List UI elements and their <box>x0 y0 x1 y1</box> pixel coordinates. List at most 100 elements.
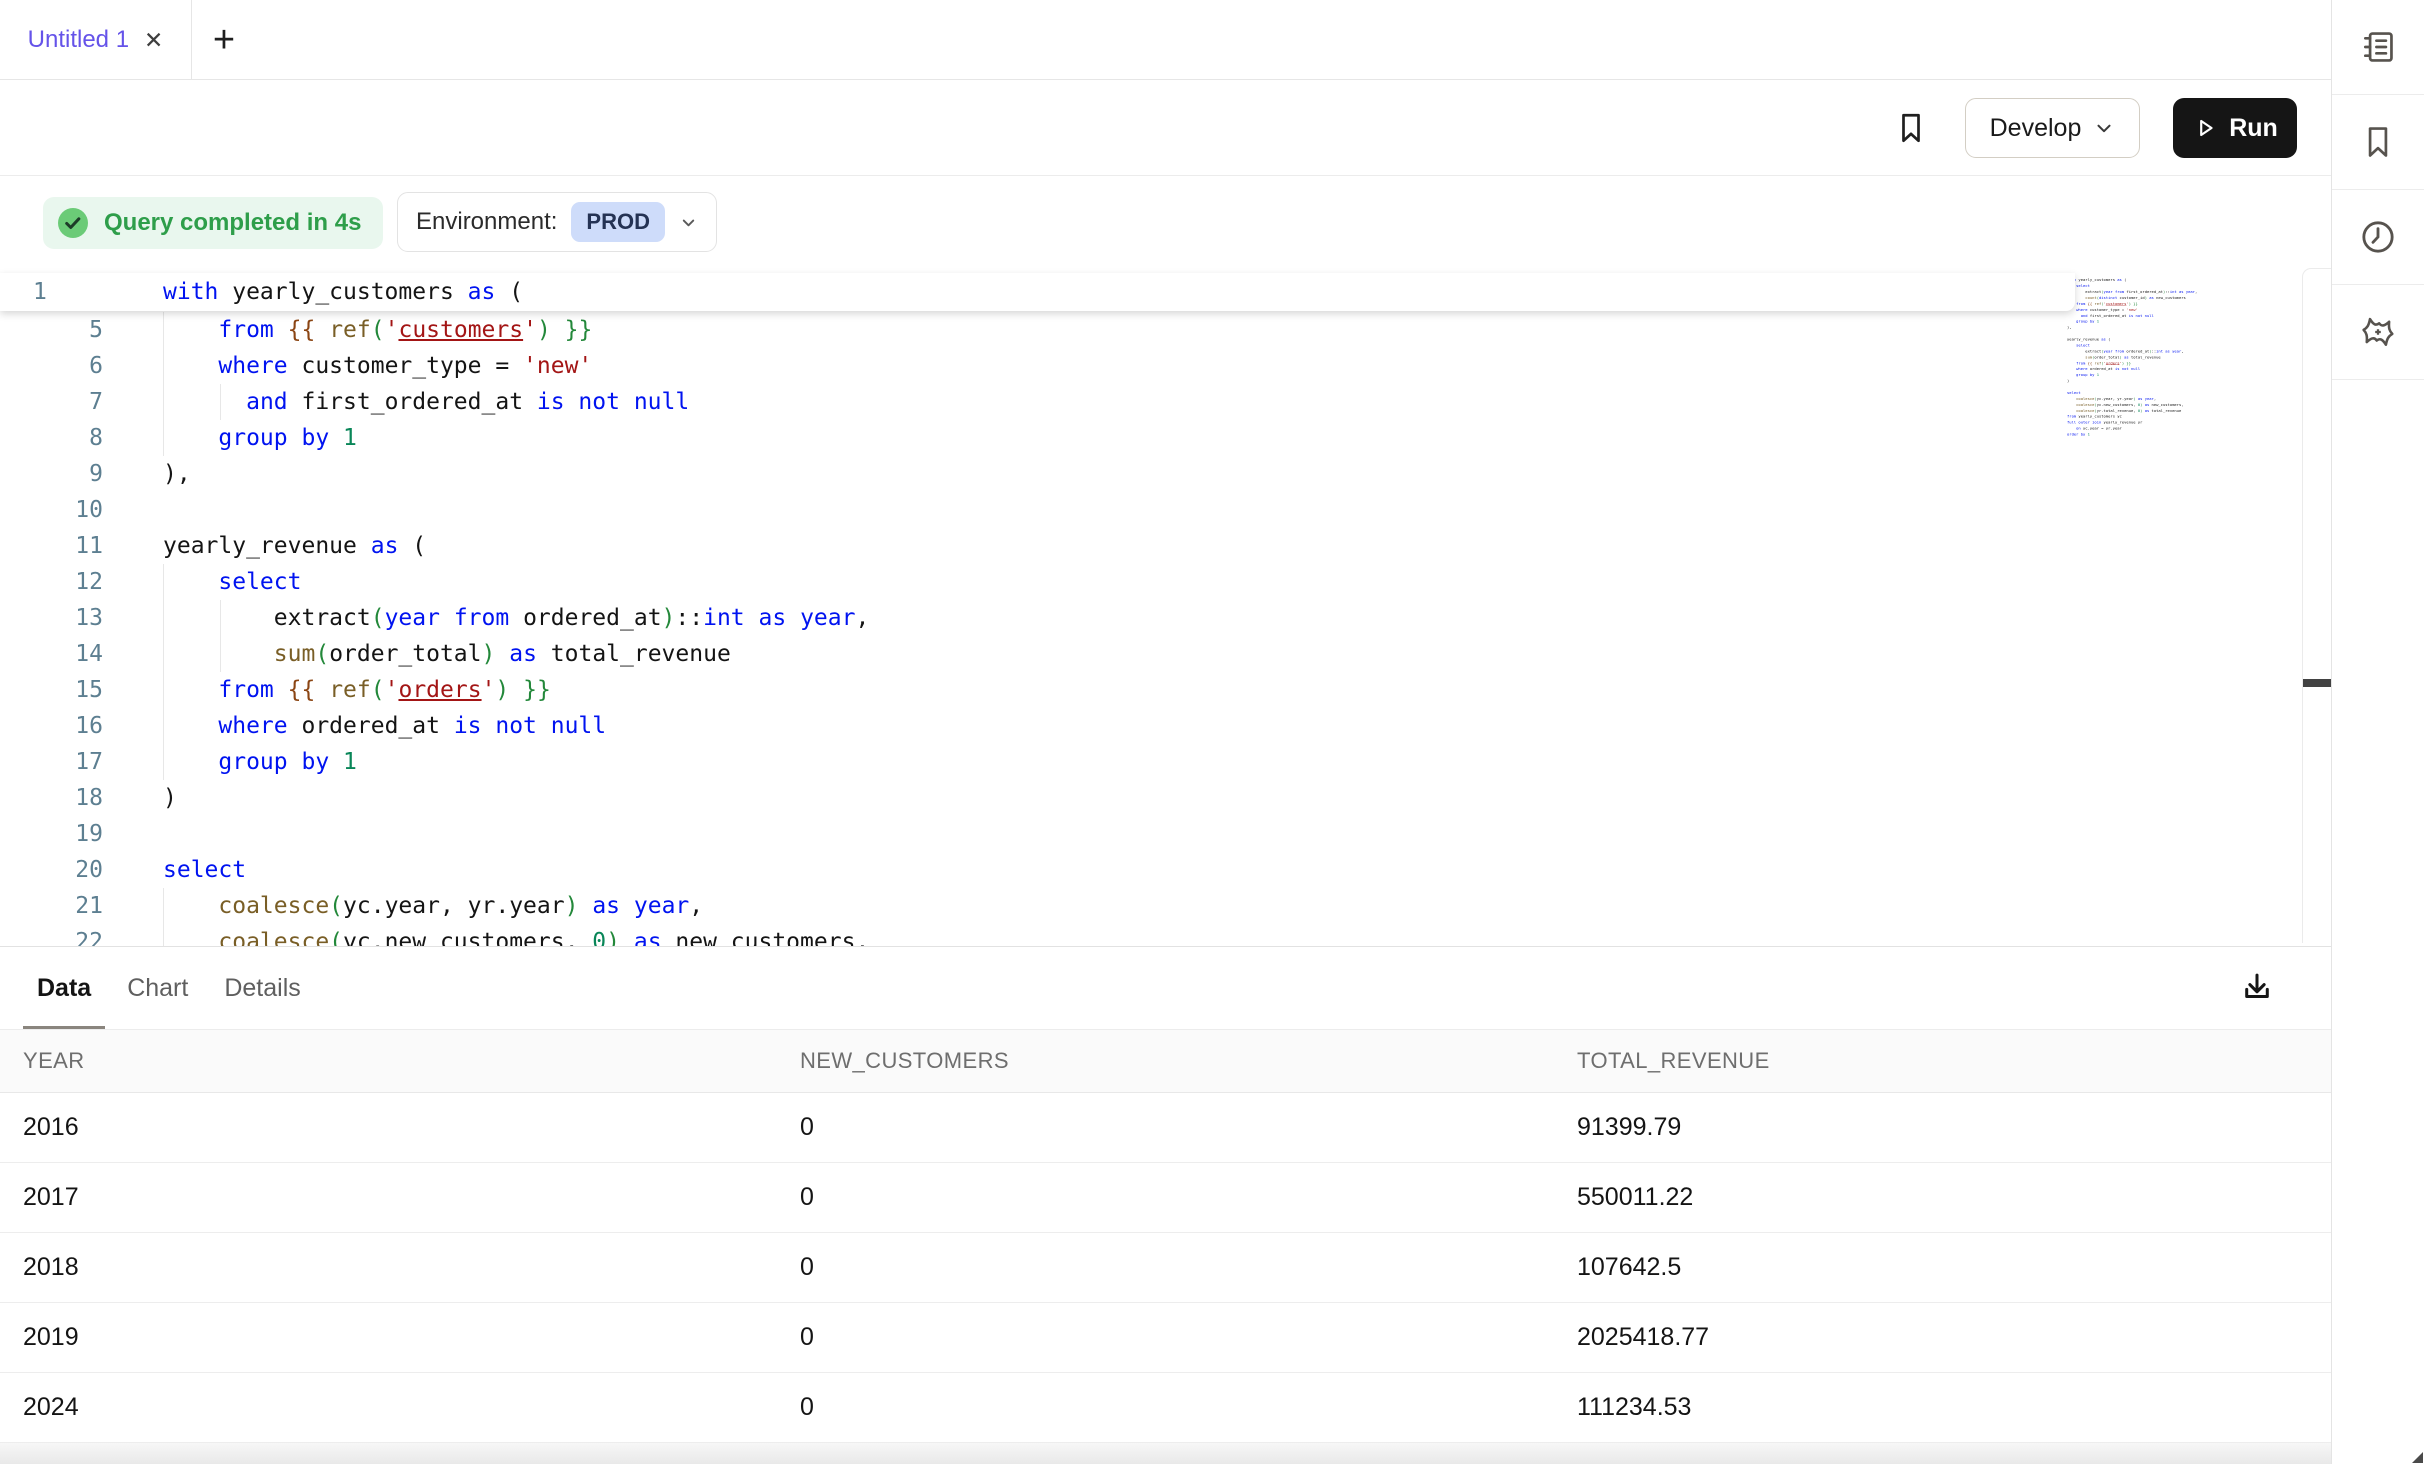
tab-chart[interactable]: Chart <box>113 947 202 1029</box>
sticky-line-code: with yearly_customers as ( <box>163 273 523 311</box>
table-cell: 0 <box>777 1393 1554 1422</box>
sql-editor[interactable]: 5 from {{ ref('customers') }}6 where cus… <box>0 265 2331 946</box>
code-line-22: 22 coalesce(yc.new_customers, 0) as new_… <box>0 924 2211 946</box>
code-line-10: 10 <box>0 492 2211 528</box>
notebook-icon <box>2359 28 2397 66</box>
table-cell: 2019 <box>0 1323 777 1352</box>
code-line-17: 17 group by 1 <box>0 744 2211 780</box>
line-number: 9 <box>0 456 103 492</box>
toolbar: Develop Run <box>0 80 2331 176</box>
table-cell: 0 <box>777 1183 1554 1212</box>
results-tab-bar: Data Chart Details <box>0 947 2331 1029</box>
table-cell: 91399.79 <box>1554 1113 2331 1142</box>
bookmark-button[interactable] <box>1893 109 1929 147</box>
table-row: 2016091399.79 <box>0 1093 2331 1163</box>
new-tab-button[interactable]: + <box>198 0 250 80</box>
sticky-line-number: 1 <box>33 273 47 311</box>
table-cell: 0 <box>777 1113 1554 1142</box>
table-cell: 107642.5 <box>1554 1253 2331 1282</box>
table-cell: 0 <box>777 1323 1554 1352</box>
code-line-15: 15 from {{ ref('orders') }} <box>0 672 2211 708</box>
tab-details[interactable]: Details <box>210 947 314 1029</box>
table-cell: 111234.53 <box>1554 1393 2331 1422</box>
chevron-down-icon <box>679 213 698 232</box>
minimap[interactable]: with yearly_customers as ( select extrac… <box>2067 277 2192 437</box>
table-cell: 0 <box>777 1253 1554 1282</box>
code-line-14: 14 sum(order_total) as total_revenue <box>0 636 2211 672</box>
table-header: YEAR NEW_CUSTOMERS TOTAL_REVENUE <box>0 1029 2331 1093</box>
column-header-total-revenue: TOTAL_REVENUE <box>1554 1048 2331 1074</box>
status-row: Query completed in 4s Environment: PROD <box>0 176 2331 265</box>
line-number: 16 <box>0 708 103 744</box>
tab-label: Untitled 1 <box>28 26 129 54</box>
line-number: 14 <box>0 636 103 672</box>
code-line-8: 8 group by 1 <box>0 420 2211 456</box>
line-number: 22 <box>0 924 103 946</box>
run-label: Run <box>2229 114 2278 143</box>
column-header-year: YEAR <box>0 1048 777 1074</box>
download-icon <box>2238 968 2276 1006</box>
line-number: 12 <box>0 564 103 600</box>
run-button[interactable]: Run <box>2173 98 2297 158</box>
sidebar-item-copilot[interactable] <box>2332 285 2424 380</box>
code-line-19: 19 <box>0 816 2211 852</box>
query-status-badge: Query completed in 4s <box>43 197 383 249</box>
sidebar-item-bookmarks[interactable] <box>2332 95 2424 190</box>
environment-label: Environment: <box>416 208 557 236</box>
line-number: 20 <box>0 852 103 888</box>
code-line-6: 6 where customer_type = 'new' <box>0 348 2211 384</box>
table-row: 20180107642.5 <box>0 1233 2331 1303</box>
tab-details-label: Details <box>224 974 300 1003</box>
check-circle-icon <box>55 205 91 241</box>
code-line-11: 11yearly_revenue as ( <box>0 528 2211 564</box>
sidebar-item-history[interactable] <box>2332 190 2424 285</box>
table-cell: 2017 <box>0 1183 777 1212</box>
code-line-12: 12 select <box>0 564 2211 600</box>
develop-label: Develop <box>1990 114 2082 143</box>
line-number: 18 <box>0 780 103 816</box>
table-cell: 2016 <box>0 1113 777 1142</box>
develop-dropdown[interactable]: Develop <box>1965 98 2140 158</box>
code-line-21: 21 coalesce(yc.year, yr.year) as year, <box>0 888 2211 924</box>
close-icon[interactable]: ✕ <box>144 29 163 52</box>
tab-chart-label: Chart <box>127 974 188 1003</box>
code-line-13: 13 extract(year from ordered_at)::int as… <box>0 600 2211 636</box>
code-line-18: 18) <box>0 780 2211 816</box>
chevron-down-icon <box>2093 117 2115 139</box>
code-line-16: 16 where ordered_at is not null <box>0 708 2211 744</box>
compass-star-icon <box>2357 311 2399 353</box>
table-row: 201902025418.77 <box>0 1303 2331 1373</box>
table-body: 2016091399.7920170550011.2220180107642.5… <box>0 1093 2331 1443</box>
tab-data[interactable]: Data <box>23 947 105 1029</box>
tab-data-label: Data <box>37 974 91 1003</box>
line-number: 17 <box>0 744 103 780</box>
table-row: 20170550011.22 <box>0 1163 2331 1233</box>
editor-scrollbar-thumb[interactable] <box>2303 679 2331 687</box>
download-button[interactable] <box>2233 963 2281 1011</box>
plus-icon: + <box>213 19 235 62</box>
table-cell: 2025418.77 <box>1554 1323 2331 1352</box>
environment-select[interactable]: Environment: PROD <box>397 192 717 252</box>
resize-corner-mark <box>2412 1452 2423 1463</box>
tab-untitled-1[interactable]: Untitled 1 ✕ <box>0 0 192 80</box>
bookmark-icon <box>1893 109 1929 147</box>
main-area: Untitled 1 ✕ + Develop Run <box>0 0 2331 1464</box>
line-number: 13 <box>0 600 103 636</box>
code-line-7: 7 and first_ordered_at is not null <box>0 384 2211 420</box>
line-number: 8 <box>0 420 103 456</box>
line-number: 11 <box>0 528 103 564</box>
right-sidebar <box>2331 0 2424 1464</box>
column-header-new-customers: NEW_CUSTOMERS <box>777 1048 1554 1074</box>
results-panel: Data Chart Details YEAR NEW_CUSTOMERS TO… <box>0 946 2331 1464</box>
table-bottom-strip <box>0 1443 2331 1464</box>
table-cell: 2024 <box>0 1393 777 1422</box>
table-cell: 2018 <box>0 1253 777 1282</box>
bookmark-icon <box>2359 123 2397 161</box>
editor-scrollbar-track[interactable] <box>2302 268 2331 943</box>
editor-tab-bar: Untitled 1 ✕ + <box>0 0 2331 80</box>
line-number: 15 <box>0 672 103 708</box>
sidebar-item-notebook[interactable] <box>2332 0 2424 95</box>
line-number: 21 <box>0 888 103 924</box>
table-row: 20240111234.53 <box>0 1373 2331 1443</box>
environment-value-pill: PROD <box>571 202 665 242</box>
